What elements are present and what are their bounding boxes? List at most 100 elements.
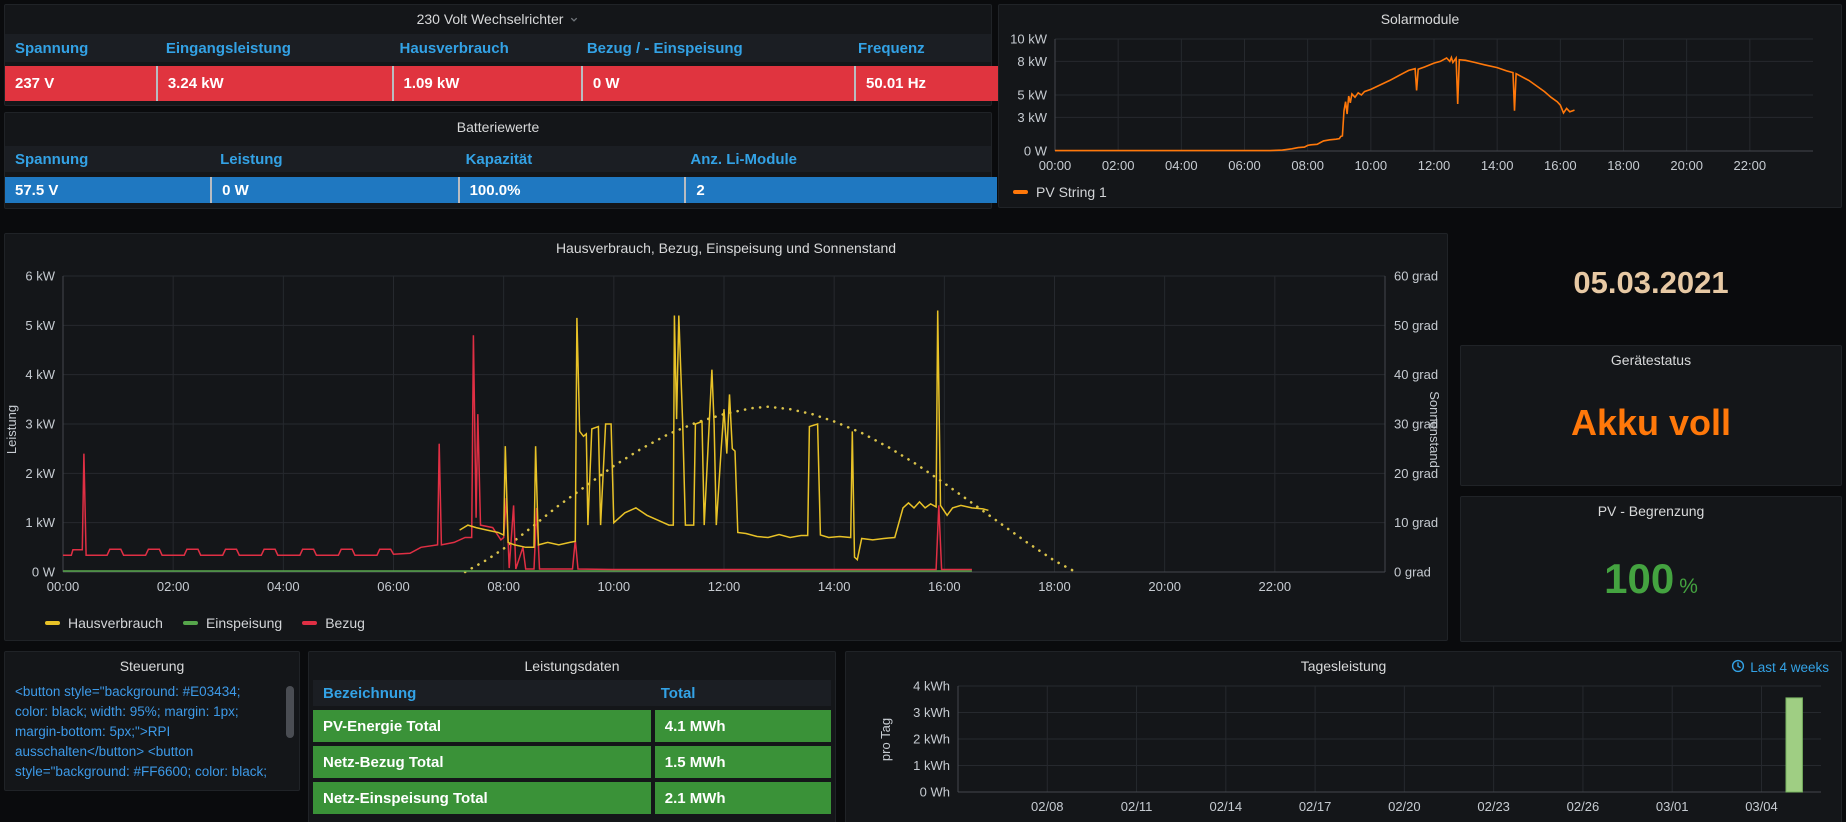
panel-title-text: Hausverbrauch, Bezug, Einspeisung und So…: [556, 240, 896, 256]
svg-text:20:00: 20:00: [1148, 579, 1181, 594]
panel-title-geraetestatus[interactable]: Gerätestatus: [1461, 352, 1841, 368]
panel-title-steuerung[interactable]: Steuerung: [5, 658, 299, 674]
svg-text:02/26: 02/26: [1567, 799, 1600, 814]
svg-text:1 kWh: 1 kWh: [913, 758, 950, 773]
svg-text:02/14: 02/14: [1210, 799, 1243, 814]
legend-swatch-orange: [1013, 190, 1028, 194]
legend-item-einspeisung[interactable]: Einspeisung: [183, 615, 282, 631]
col-header-bezeichnung[interactable]: Bezeichnung: [313, 685, 651, 702]
svg-text:10 kW: 10 kW: [1010, 32, 1048, 47]
panel-title-text: Leistungsdaten: [525, 658, 620, 674]
steuerung-scrollbar[interactable]: [286, 686, 294, 738]
main-chart-legend: Hausverbrauch Einspeisung Bezug: [45, 615, 365, 631]
panel-batteriewerte: Batteriewerte Spannung Leistung Kapazitä…: [4, 112, 992, 209]
panel-title-tagesleistung[interactable]: Tagesleistung: [846, 658, 1841, 674]
cell-anz-li-module: 2: [686, 177, 997, 203]
col-header-frequenz[interactable]: Frequenz: [848, 40, 991, 57]
col-header-total[interactable]: Total: [651, 685, 831, 702]
col-header-bezug-einspeisung[interactable]: Bezug / - Einspeisung: [577, 40, 848, 57]
col-header-spannung[interactable]: Spannung: [5, 151, 210, 168]
cell-leistung: 0 W: [212, 177, 458, 203]
svg-text:02/17: 02/17: [1299, 799, 1332, 814]
svg-text:0 W: 0 W: [32, 565, 56, 580]
solarmodule-chart[interactable]: 0 W3 kW5 kW8 kW10 kW00:0002:0004:0006:00…: [1003, 29, 1839, 179]
col-header-anz-li-module[interactable]: Anz. Li-Module: [680, 151, 991, 168]
svg-text:14:00: 14:00: [1481, 158, 1514, 173]
panel-title-batteriewerte[interactable]: Batteriewerte: [5, 119, 991, 135]
svg-text:08:00: 08:00: [1291, 158, 1324, 173]
legend-label: Einspeisung: [206, 615, 282, 631]
svg-text:03/04: 03/04: [1745, 799, 1778, 814]
geraetestatus-value: Akku voll: [1461, 402, 1841, 444]
cell-spannung: 237 V: [5, 66, 156, 101]
pv-begrenzung-number: 100: [1604, 555, 1674, 602]
svg-text:3 kW: 3 kW: [25, 417, 55, 432]
svg-text:00:00: 00:00: [47, 579, 80, 594]
panel-title-text: Batteriewerte: [457, 119, 539, 135]
svg-text:22:00: 22:00: [1259, 579, 1292, 594]
svg-text:2 kW: 2 kW: [25, 466, 55, 481]
svg-text:04:00: 04:00: [1165, 158, 1198, 173]
svg-text:12:00: 12:00: [1418, 158, 1451, 173]
cell-total: 1.5 MWh: [655, 746, 831, 778]
svg-text:2 kWh: 2 kWh: [913, 732, 950, 747]
col-header-kapazitaet[interactable]: Kapazität: [456, 151, 681, 168]
legend-item-hausverbrauch[interactable]: Hausverbrauch: [45, 615, 163, 631]
panel-leistungsdaten: Leistungsdaten Bezeichnung Total PV-Ener…: [308, 651, 836, 822]
svg-text:50 grad: 50 grad: [1394, 318, 1438, 333]
svg-text:10:00: 10:00: [598, 579, 631, 594]
panel-date: 05.03.2021: [1460, 233, 1842, 339]
svg-text:22:00: 22:00: [1734, 158, 1767, 173]
panel-title-main-chart[interactable]: Hausverbrauch, Bezug, Einspeisung und So…: [5, 240, 1447, 256]
svg-text:4 kW: 4 kW: [25, 367, 55, 382]
svg-text:02:00: 02:00: [1102, 158, 1135, 173]
svg-text:10:00: 10:00: [1355, 158, 1388, 173]
svg-text:04:00: 04:00: [267, 579, 300, 594]
cell-bezeichnung: Netz-Bezug Total: [313, 746, 651, 778]
legend-swatch-yellow: [45, 621, 60, 625]
panel-title-text: Gerätestatus: [1611, 352, 1691, 368]
legend-item-pv-string-1[interactable]: PV String 1: [1013, 184, 1107, 200]
leistungsdaten-header: Bezeichnung Total: [313, 680, 831, 706]
svg-text:02/20: 02/20: [1388, 799, 1421, 814]
table-row: PV-Energie Total 4.1 MWh: [313, 710, 831, 742]
col-header-hausverbrauch[interactable]: Hausverbrauch: [390, 40, 577, 57]
inverter-table-row: 237 V 3.24 kW 1.09 kW 0 W 50.01 Hz: [5, 66, 991, 101]
svg-text:0 W: 0 W: [1024, 144, 1048, 159]
y2-axis-title-sonnenstand: Sonnenstand: [1427, 391, 1442, 468]
leistungsdaten-table: Bezeichnung Total PV-Energie Total 4.1 M…: [309, 680, 835, 814]
table-row: Netz-Bezug Total 1.5 MWh: [313, 746, 831, 778]
svg-text:4 kWh: 4 kWh: [913, 679, 950, 694]
svg-text:20 grad: 20 grad: [1394, 466, 1438, 481]
cell-total: 4.1 MWh: [655, 710, 831, 742]
panel-title-text: Solarmodule: [1381, 11, 1460, 27]
panel-title-leistungsdaten[interactable]: Leistungsdaten: [309, 658, 835, 674]
panel-title-pv-begrenzung[interactable]: PV - Begrenzung: [1461, 503, 1841, 519]
svg-text:5 kW: 5 kW: [1017, 88, 1047, 103]
main-chart[interactable]: 0 W1 kW2 kW3 kW4 kW5 kW6 kW0 grad10 grad…: [9, 260, 1445, 606]
cell-total: 2.1 MWh: [655, 782, 831, 814]
col-header-eingangsleistung[interactable]: Eingangsleistung: [156, 40, 390, 57]
svg-text:3 kWh: 3 kWh: [913, 705, 950, 720]
time-range-link[interactable]: Last 4 weeks: [1731, 659, 1829, 676]
clock-icon: [1731, 659, 1745, 676]
col-header-spannung[interactable]: Spannung: [5, 40, 156, 57]
panel-title-solarmodule[interactable]: Solarmodule: [999, 11, 1841, 27]
legend-label: Hausverbrauch: [68, 615, 163, 631]
col-header-leistung[interactable]: Leistung: [210, 151, 456, 168]
cell-bezeichnung: PV-Energie Total: [313, 710, 651, 742]
cell-frequenz: 50.01 Hz: [856, 66, 999, 101]
legend-label: Bezug: [325, 615, 365, 631]
panel-title-wechselrichter[interactable]: 230 Volt Wechselrichter: [5, 11, 991, 27]
panel-title-text: PV - Begrenzung: [1598, 503, 1705, 519]
panel-solarmodule: Solarmodule 0 W3 kW5 kW8 kW10 kW00:0002:…: [998, 4, 1842, 208]
tagesleistung-chart[interactable]: 0 Wh1 kWh2 kWh3 kWh4 kWh02/0802/1102/140…: [850, 676, 1839, 822]
legend-swatch-green: [183, 621, 198, 625]
panel-pv-begrenzung: PV - Begrenzung 100%: [1460, 496, 1842, 642]
legend-item-bezug[interactable]: Bezug: [302, 615, 365, 631]
cell-bezeichnung: Netz-Einspeisung Total: [313, 782, 651, 814]
panel-geraetestatus: Gerätestatus Akku voll: [1460, 345, 1842, 486]
cell-hausverbrauch: 1.09 kW: [394, 66, 581, 101]
inverter-table-header: Spannung Eingangsleistung Hausverbrauch …: [5, 34, 991, 62]
chevron-down-icon: [569, 11, 579, 27]
